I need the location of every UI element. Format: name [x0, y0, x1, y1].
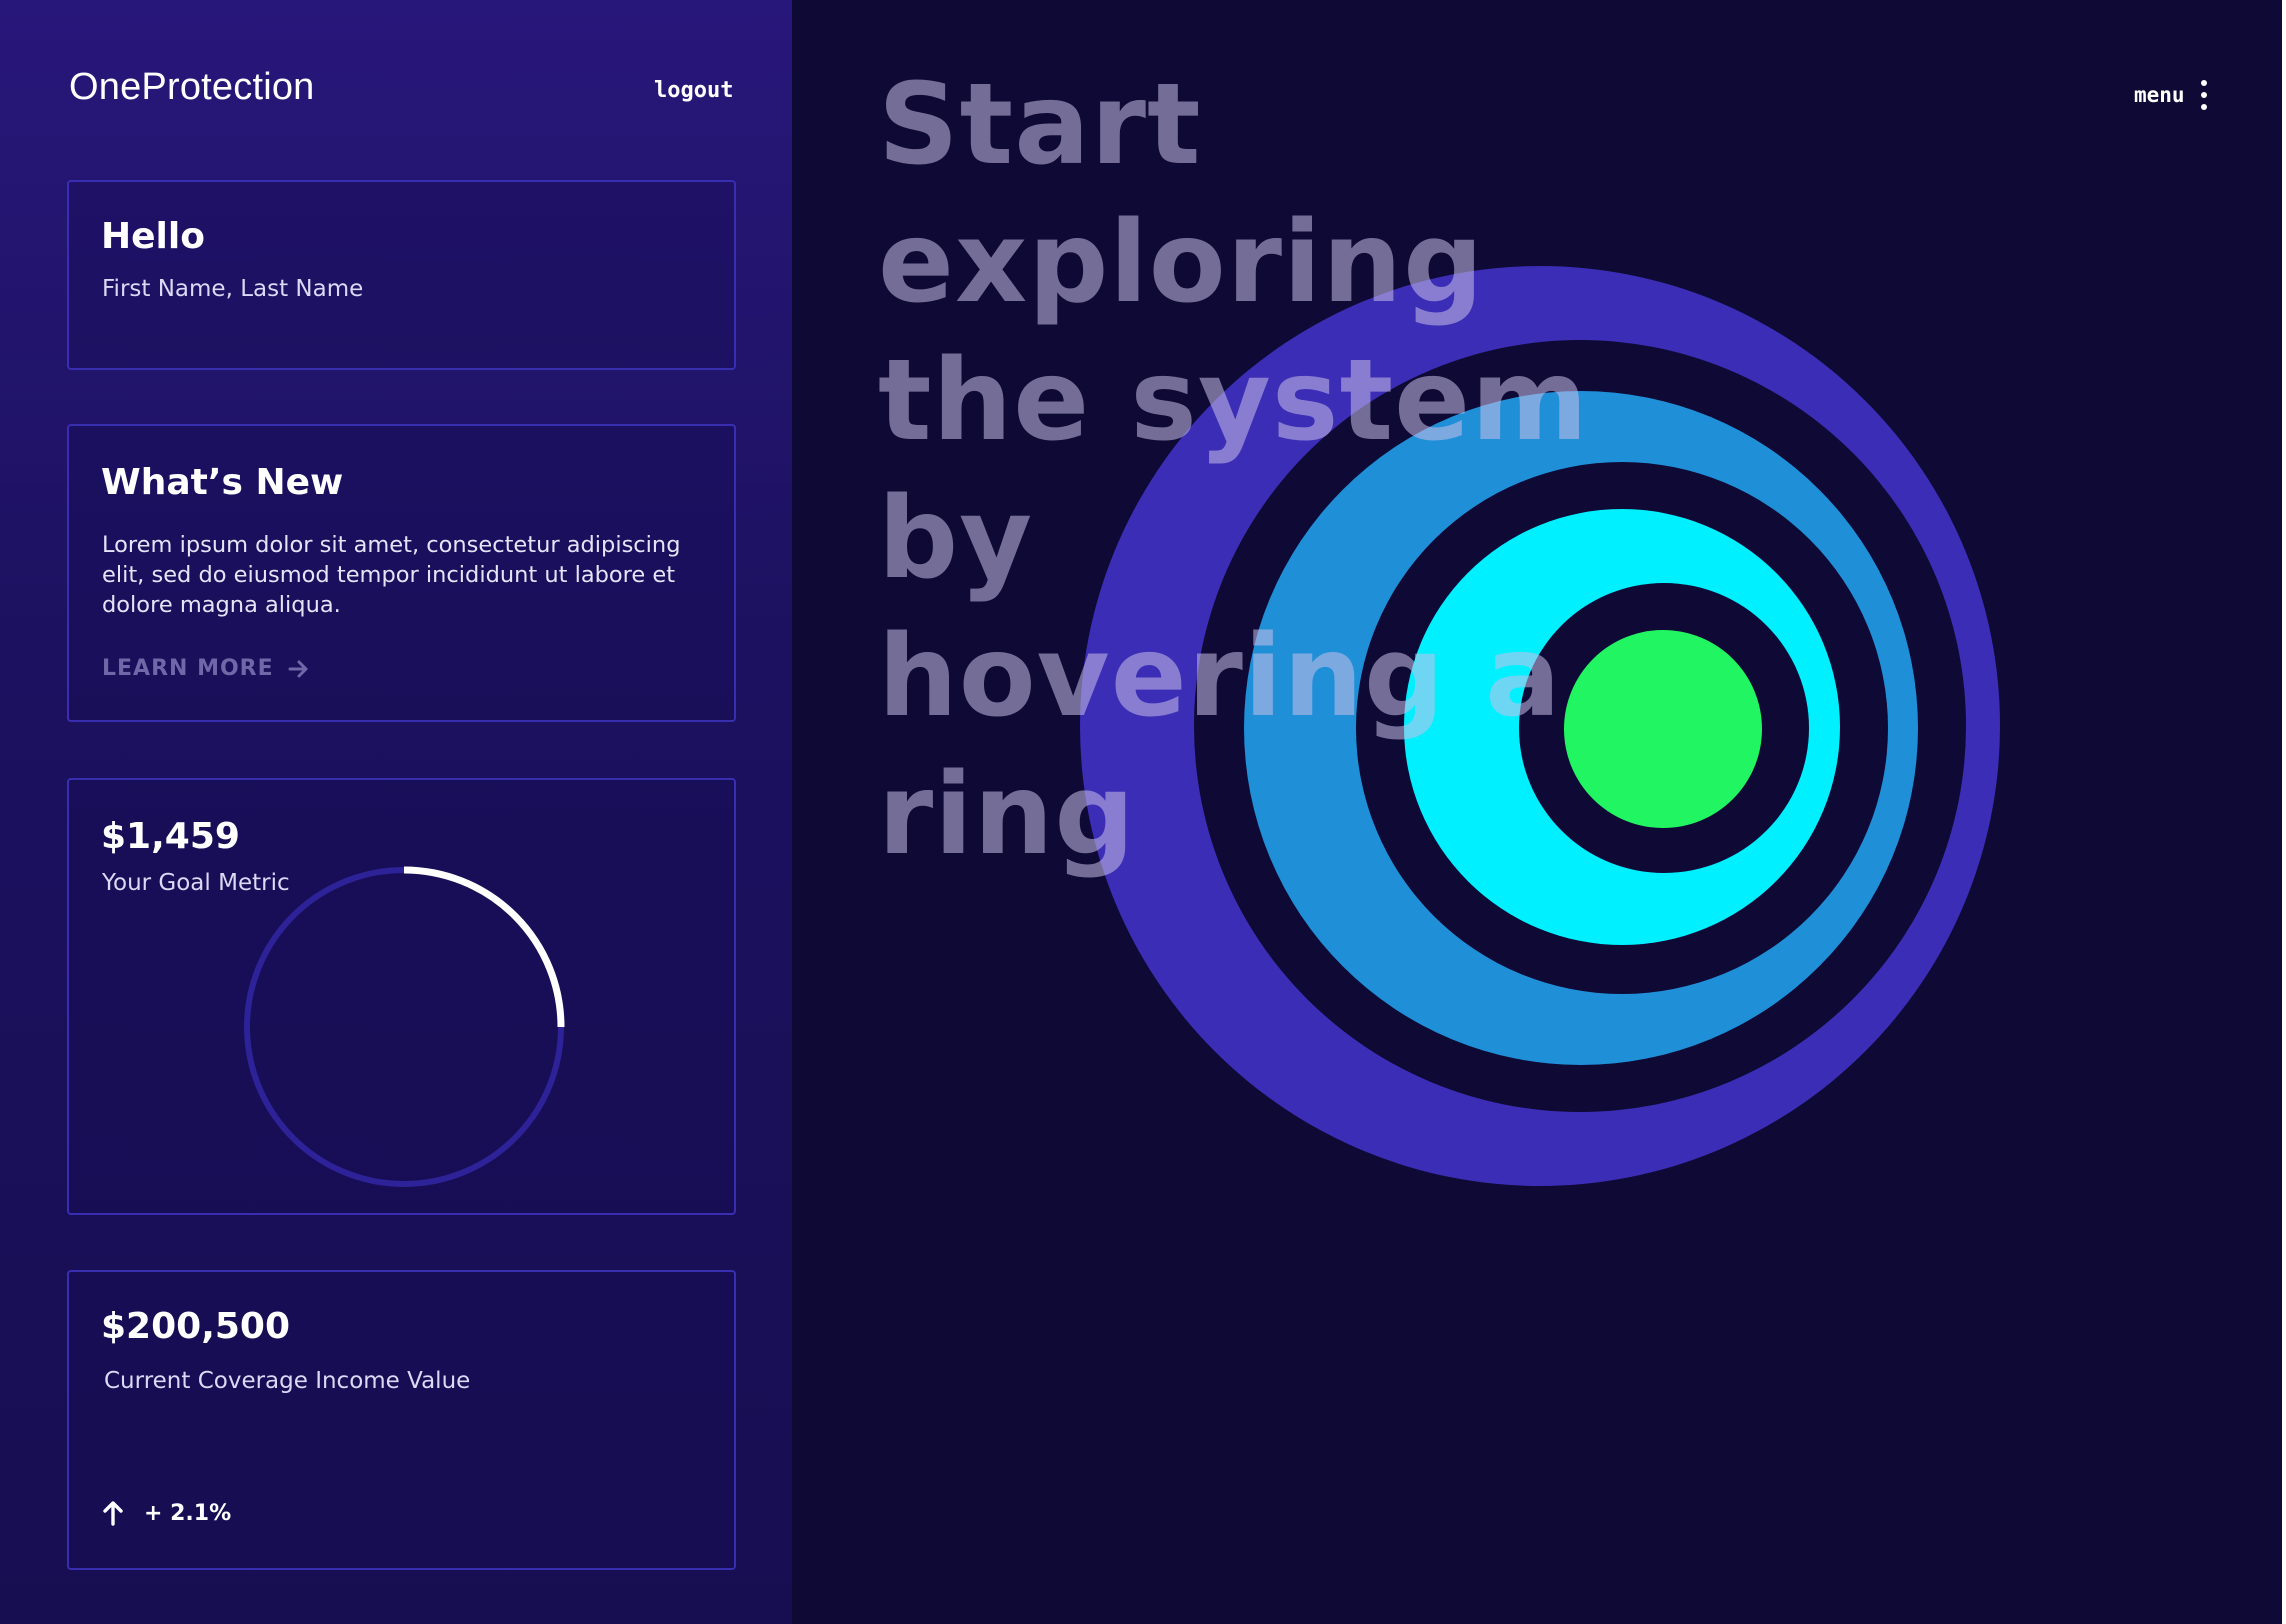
app-page: OneProtection logout Hello First Name, L…: [0, 0, 2286, 1624]
progress-arc: [403, 866, 565, 1028]
more-vertical-icon: [2200, 80, 2207, 110]
whats-new-body: Lorem ipsum dolor sit amet, consectetur …: [102, 532, 681, 618]
learn-more-label: LEARN MORE: [102, 656, 274, 681]
menu-label: menu: [2134, 83, 2185, 107]
menu-button[interactable]: menu: [2134, 80, 2207, 110]
arrow-right-icon: [288, 660, 308, 677]
hello-card: Hello First Name, Last Name: [67, 180, 736, 370]
whats-new-title: What’s New: [101, 462, 344, 503]
arrow-up-icon: [103, 1501, 123, 1526]
coverage-change: + 2.1%: [144, 1500, 232, 1526]
main-area: Start exploring the system by hovering a…: [792, 0, 2286, 1624]
hero-headline: Start exploring the system by hovering a…: [878, 60, 1589, 880]
goal-value: $1,459: [101, 816, 240, 857]
coverage-trend: + 2.1%: [102, 1500, 231, 1526]
learn-more-link[interactable]: LEARN MORE: [102, 656, 310, 681]
hello-title: Hello: [101, 216, 205, 257]
coverage-value: $200,500: [101, 1306, 291, 1347]
goal-progress-ring: [244, 866, 565, 1187]
brand-logo: OneProtection: [69, 66, 315, 108]
user-name: First Name, Last Name: [102, 276, 364, 302]
logout-button[interactable]: logout: [654, 78, 733, 103]
sidebar: OneProtection logout Hello First Name, L…: [0, 0, 792, 1624]
goal-metric-card: $1,459 Your Goal Metric: [67, 778, 736, 1215]
coverage-label: Current Coverage Income Value: [104, 1368, 471, 1394]
coverage-card: $200,500 Current Coverage Income Value +…: [67, 1270, 736, 1570]
whats-new-card: What’s New Lorem ipsum dolor sit amet, c…: [67, 424, 736, 722]
window-edge: [2282, 0, 2286, 1624]
